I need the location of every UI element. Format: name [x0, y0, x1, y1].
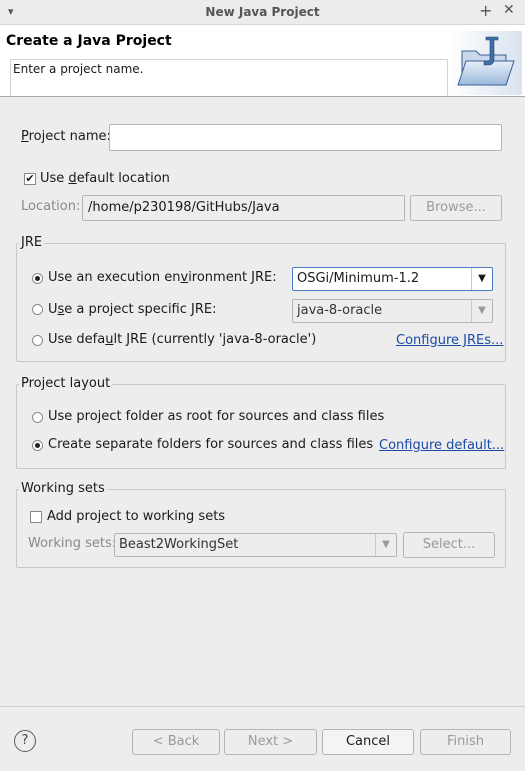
project-specific-jre-select[interactable]: java-8-oracle ▼ — [292, 299, 493, 323]
project-layout-group — [16, 384, 506, 469]
jre-group-legend: JRE — [19, 235, 45, 250]
next-button[interactable]: Next > — [224, 729, 317, 755]
cancel-button[interactable]: Cancel — [322, 729, 414, 755]
chevron-down-icon: ▼ — [375, 534, 396, 556]
window-titlebar: ▾ New Java Project + ✕ — [0, 0, 525, 25]
location-input[interactable]: /home/p230198/GitHubs/Java — [82, 195, 405, 221]
finish-button[interactable]: Finish — [420, 729, 511, 755]
configure-jres-link[interactable]: Configure JREs... — [396, 333, 503, 348]
project-name-input[interactable] — [109, 124, 502, 151]
layout-separate-radio[interactable] — [32, 440, 43, 451]
jre-specific-radio[interactable] — [32, 304, 43, 315]
jre-env-label: Use an execution environment JRE: — [48, 270, 277, 285]
location-label: Location: — [21, 199, 81, 214]
use-default-location-checkbox[interactable]: ✔ — [24, 173, 36, 185]
working-sets-select[interactable]: Beast2WorkingSet ▼ — [114, 533, 397, 557]
page-title: Create a Java Project — [6, 33, 172, 49]
footer-divider — [0, 706, 525, 707]
working-sets-label: Working sets: — [28, 536, 117, 551]
jre-default-label: Use default JRE (currently 'java-8-oracl… — [48, 332, 317, 347]
use-default-location-label: Use default location — [40, 171, 170, 186]
close-icon[interactable]: ✕ — [503, 2, 515, 18]
select-working-sets-button[interactable]: Select... — [403, 532, 495, 558]
layout-separate-label: Create separate folders for sources and … — [48, 437, 374, 452]
browse-button[interactable]: Browse... — [410, 195, 502, 221]
jre-specific-label: Use a project specific JRE: — [48, 302, 217, 317]
java-project-folder-icon — [450, 31, 522, 95]
add-to-working-sets-label: Add project to working sets — [47, 509, 226, 524]
project-name-label: Project name: — [21, 129, 111, 144]
chevron-down-icon: ▼ — [471, 268, 492, 290]
window-title: New Java Project — [205, 5, 320, 19]
back-button[interactable]: < Back — [132, 729, 220, 755]
execution-environment-select[interactable]: OSGi/Minimum-1.2 ▼ — [292, 267, 493, 291]
layout-root-label: Use project folder as root for sources a… — [48, 409, 385, 424]
jre-env-radio[interactable] — [32, 273, 43, 284]
help-icon[interactable]: ? — [14, 730, 36, 752]
add-to-working-sets-checkbox[interactable] — [30, 511, 42, 523]
chevron-down-icon: ▼ — [471, 300, 492, 322]
project-layout-legend: Project layout — [19, 376, 113, 391]
jre-default-radio[interactable] — [32, 335, 43, 346]
working-sets-legend: Working sets — [19, 481, 107, 496]
configure-default-link[interactable]: Configure default... — [379, 438, 504, 453]
layout-root-radio[interactable] — [32, 412, 43, 423]
maximize-icon[interactable]: + — [479, 1, 492, 20]
wizard-header: Create a Java Project Enter a project na… — [0, 25, 525, 97]
header-message: Enter a project name. — [10, 59, 448, 96]
